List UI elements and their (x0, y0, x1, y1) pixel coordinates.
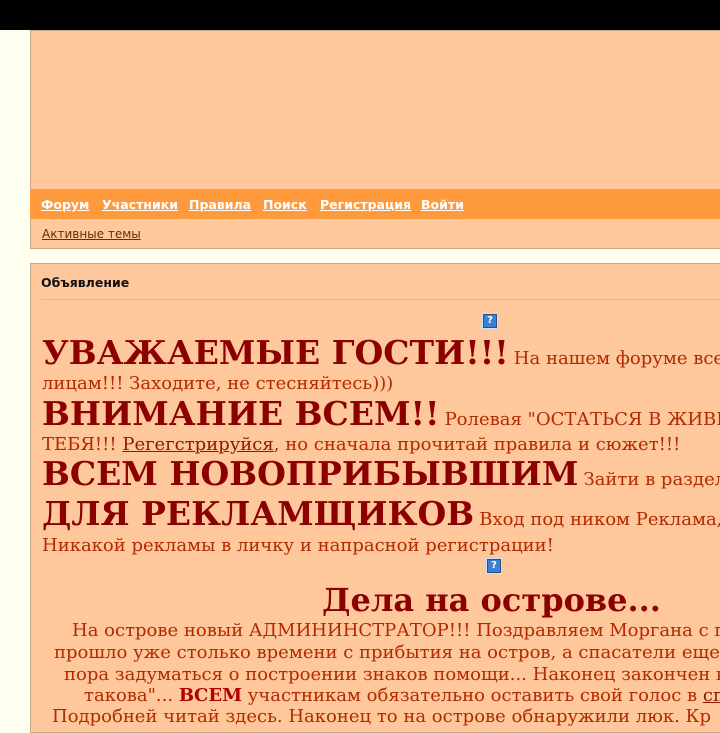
news-line: пора задуматься о построении знаков помо… (64, 664, 720, 685)
newcomers-text: Зайти в раздел (583, 469, 720, 490)
announcement-line: ДЛЯ РЕКЛАМЩИКОВ Вход под ником Реклама, … (42, 494, 720, 533)
guests-text: На нашем форуме всег (513, 348, 720, 369)
nav-members-link[interactable]: Участники (102, 197, 178, 212)
announcement-title: Объявление (41, 275, 130, 290)
left-margin (0, 30, 30, 720)
attention-heading: ВНИМАНИЕ ВСЕМ!! (42, 394, 440, 433)
advertisers-heading: ДЛЯ РЕКЛАМЩИКОВ (42, 494, 475, 533)
announcement-line: ВНИМАНИЕ ВСЕМ!! Ролевая "ОСТАТЬСЯ В ЖИВЫ (42, 394, 720, 433)
news-line-bold: ВСЕМ (178, 685, 242, 706)
news-line: такова"... ВСЕМ участникам обязательно о… (84, 685, 720, 706)
attention-text-cont: ТЕБЯ!!! (42, 434, 117, 455)
news-line-pre: такова"... (84, 685, 179, 706)
news-line: прошло уже столько времени с прибытия на… (54, 642, 720, 663)
attention-text: Ролевая "ОСТАТЬСЯ В ЖИВЫ (444, 409, 720, 430)
news-line: На острове новый АДМИНИНСТРАТОР!!! Поздр… (72, 620, 720, 641)
vote-link[interactable]: сп (703, 685, 720, 706)
newcomers-heading: ВСЕМ НОВОПРИБЫВШИМ (42, 454, 579, 493)
register-link[interactable]: Регегстрируйся (122, 434, 273, 455)
announcement-line: ВСЕМ НОВОПРИБЫВШИМ Зайти в раздел А (42, 454, 720, 493)
news-line-post: участникам обязательно оставить свой гол… (242, 685, 703, 706)
guests-heading: УВАЖАЕМЫЕ ГОСТИ!!! (42, 333, 509, 372)
guests-text-cont: лицам!!! Заходите, не стесняйтесь))) (42, 373, 394, 394)
nav-forum-link[interactable]: Форум (41, 197, 89, 212)
advertisers-text-cont: Никакой рекламы в личку и напрасной реги… (42, 535, 554, 556)
attention-text-post: , но сначала прочитай правила и сюжет!!! (273, 434, 681, 455)
advertisers-text: Вход под ником Реклама, п (479, 509, 720, 530)
announcement-line: УВАЖАЕМЫЕ ГОСТИ!!! На нашем форуме всег (42, 333, 720, 372)
active-topics-link[interactable]: Активные темы (42, 227, 141, 241)
announcement-divider (41, 299, 720, 300)
top-black-bar (0, 0, 720, 30)
nav-search-link[interactable]: Поиск (263, 197, 307, 212)
news-line: Подробней читай здесь. Наконец то на ост… (52, 706, 712, 727)
island-news-heading: Дела на острове... (322, 581, 661, 619)
nav-register-link[interactable]: Регистрация (320, 197, 411, 212)
broken-image-icon: ? (486, 558, 502, 574)
announcement-line: ТЕБЯ!!! Регегстрируйся, но сначала прочи… (42, 434, 680, 455)
nav-rules-link[interactable]: Правила (189, 197, 251, 212)
nav-login-link[interactable]: Войти (421, 197, 464, 212)
broken-image-icon: ? (482, 313, 498, 329)
main-navigation: Форум Участники Правила Поиск Регистраци… (30, 189, 720, 219)
